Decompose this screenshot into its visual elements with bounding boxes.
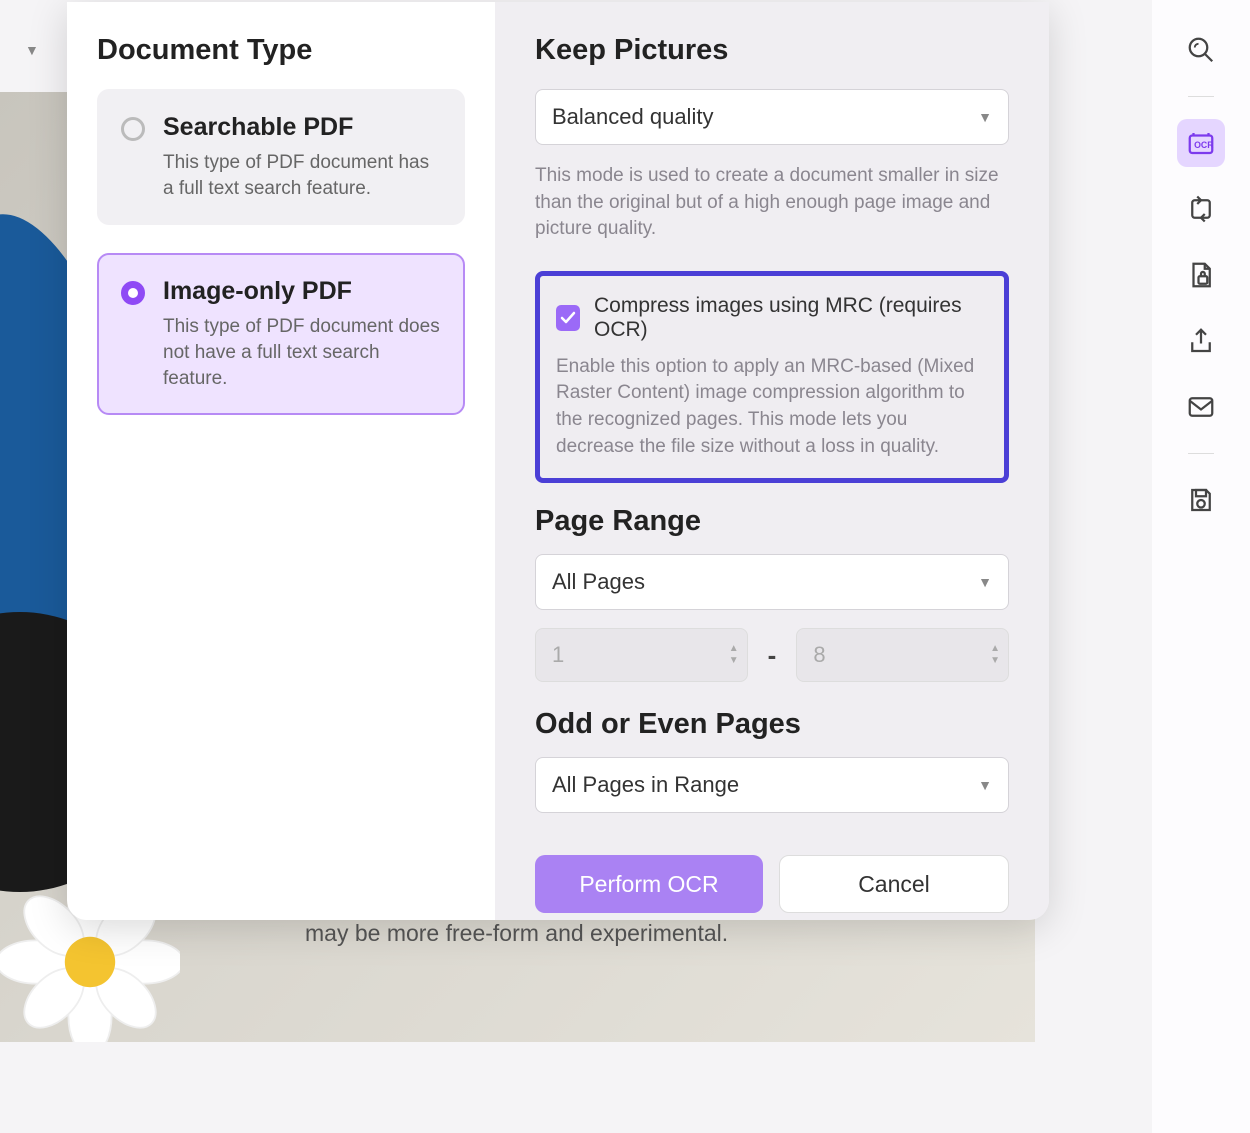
document-type-panel: Document Type Searchable PDF This type o… <box>67 2 495 920</box>
range-dash: - <box>768 640 777 671</box>
svg-text:OCR: OCR <box>1194 140 1214 150</box>
chevron-down-icon: ▼ <box>978 777 992 793</box>
mrc-highlight-box: Compress images using MRC (requires OCR)… <box>535 271 1009 483</box>
mrc-desc: Enable this option to apply an MRC-based… <box>556 354 988 460</box>
check-icon <box>560 310 576 326</box>
radio-icon <box>121 117 145 141</box>
chevron-down-icon: ▼ <box>978 574 992 590</box>
spinner-icon: ▲▼ <box>729 644 739 666</box>
mrc-label: Compress images using MRC (requires OCR) <box>594 294 988 342</box>
page-from-input[interactable]: 1 ▲▼ <box>535 628 748 682</box>
mrc-checkbox[interactable] <box>556 305 580 331</box>
odd-even-select[interactable]: All Pages in Range ▼ <box>535 757 1009 813</box>
settings-panel: Keep Pictures Balanced quality ▼ This mo… <box>495 2 1049 920</box>
sidebar-separator <box>1188 453 1214 454</box>
page-to-value: 8 <box>813 642 825 668</box>
keep-pictures-select[interactable]: Balanced quality ▼ <box>535 89 1009 145</box>
doc-type-title: Image-only PDF <box>163 277 441 306</box>
rotate-icon[interactable] <box>1177 185 1225 233</box>
select-value: Balanced quality <box>552 104 713 130</box>
spinner-icon: ▲▼ <box>990 644 1000 666</box>
select-value: All Pages in Range <box>552 772 739 798</box>
perform-ocr-button[interactable]: Perform OCR <box>535 855 763 913</box>
doc-type-image-only-pdf[interactable]: Image-only PDF This type of PDF document… <box>97 253 465 415</box>
keep-pictures-title: Keep Pictures <box>535 34 1009 67</box>
page-range-title: Page Range <box>535 505 1009 538</box>
doc-type-desc: This type of PDF document has a full tex… <box>163 150 441 201</box>
select-value: All Pages <box>552 569 645 595</box>
document-type-title: Document Type <box>97 34 465 67</box>
lock-document-icon[interactable] <box>1177 251 1225 299</box>
page-from-value: 1 <box>552 642 564 668</box>
doc-type-title: Searchable PDF <box>163 113 441 142</box>
mail-icon[interactable] <box>1177 383 1225 431</box>
right-sidebar: OCR <box>1152 0 1250 1133</box>
radio-icon <box>121 281 145 305</box>
chevron-down-icon: ▼ <box>978 109 992 125</box>
ocr-dialog: Document Type Searchable PDF This type o… <box>67 2 1049 920</box>
share-icon[interactable] <box>1177 317 1225 365</box>
keep-pictures-help: This mode is used to create a document s… <box>535 163 1009 243</box>
search-icon[interactable] <box>1177 26 1225 74</box>
ocr-icon[interactable]: OCR <box>1177 119 1225 167</box>
save-icon[interactable] <box>1177 476 1225 524</box>
doc-type-searchable-pdf[interactable]: Searchable PDF This type of PDF document… <box>97 89 465 225</box>
doc-type-desc: This type of PDF document does not have … <box>163 314 441 391</box>
background-document-text: may be more free-form and experimental. <box>305 920 728 947</box>
odd-even-title: Odd or Even Pages <box>535 708 1009 741</box>
cancel-button[interactable]: Cancel <box>779 855 1009 913</box>
sidebar-separator <box>1188 96 1214 97</box>
page-to-input[interactable]: 8 ▲▼ <box>796 628 1009 682</box>
page-range-select[interactable]: All Pages ▼ <box>535 554 1009 610</box>
top-dropdown-caret[interactable]: ▼ <box>25 42 39 58</box>
